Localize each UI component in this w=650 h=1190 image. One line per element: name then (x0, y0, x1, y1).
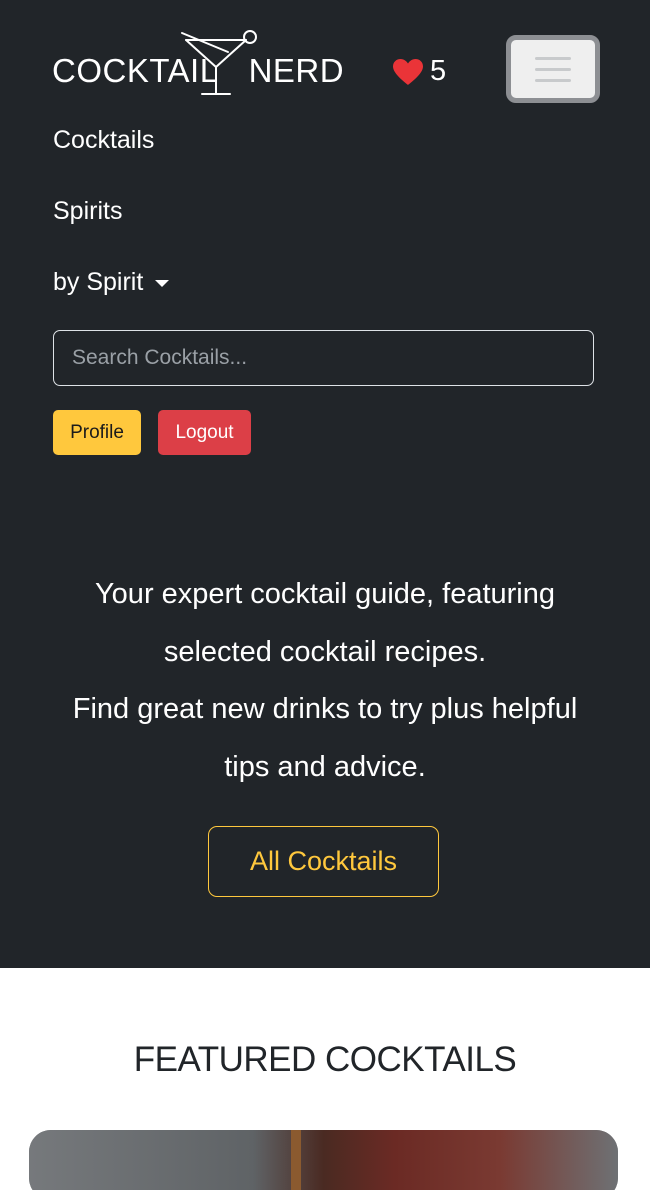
navbar: COCKTAIL NERD 5 Cocktails Spirits by Spir… (0, 0, 650, 968)
heart-icon (393, 58, 423, 85)
nav-link-cocktails[interactable]: Cocktails (53, 126, 154, 155)
hero-line-4: tips and advice. (224, 750, 426, 783)
hero-tagline: Your expert cocktail guide, featuring se… (30, 566, 620, 796)
logout-button[interactable]: Logout (158, 410, 251, 455)
nav-dropdown-by-spirit[interactable]: by Spirit (53, 268, 170, 297)
favorites-counter[interactable]: 5 (392, 55, 446, 88)
hero-line-1: Your expert cocktail guide, featuring (95, 578, 555, 610)
nav-link-spirits[interactable]: Spirits (53, 197, 122, 226)
logo-text-right: NERD (248, 52, 345, 89)
cocktail-image (29, 1130, 618, 1190)
profile-button[interactable]: Profile (53, 410, 141, 455)
hero-line-2: selected cocktail recipes. (163, 635, 487, 668)
featured-heading: FEATURED COCKTAILS (133, 1040, 517, 1079)
martini-glass-icon (181, 30, 257, 95)
hamburger-menu-button[interactable] (506, 35, 600, 103)
favorites-count: 5 (430, 55, 447, 87)
all-cocktails-button[interactable]: All Cocktails (208, 826, 439, 897)
nav-dropdown-label: by Spirit (53, 268, 144, 296)
hero-line-3: Find great new drinks to try plus helpfu… (72, 693, 578, 725)
brand-logo[interactable]: COCKTAIL NERD (52, 30, 344, 100)
caret-down-icon (155, 280, 170, 287)
hamburger-menu-icon (535, 56, 571, 60)
search-input[interactable] (53, 330, 594, 386)
cocktail-image-straw (291, 1130, 301, 1190)
featured-cocktail-card[interactable] (29, 1130, 618, 1190)
